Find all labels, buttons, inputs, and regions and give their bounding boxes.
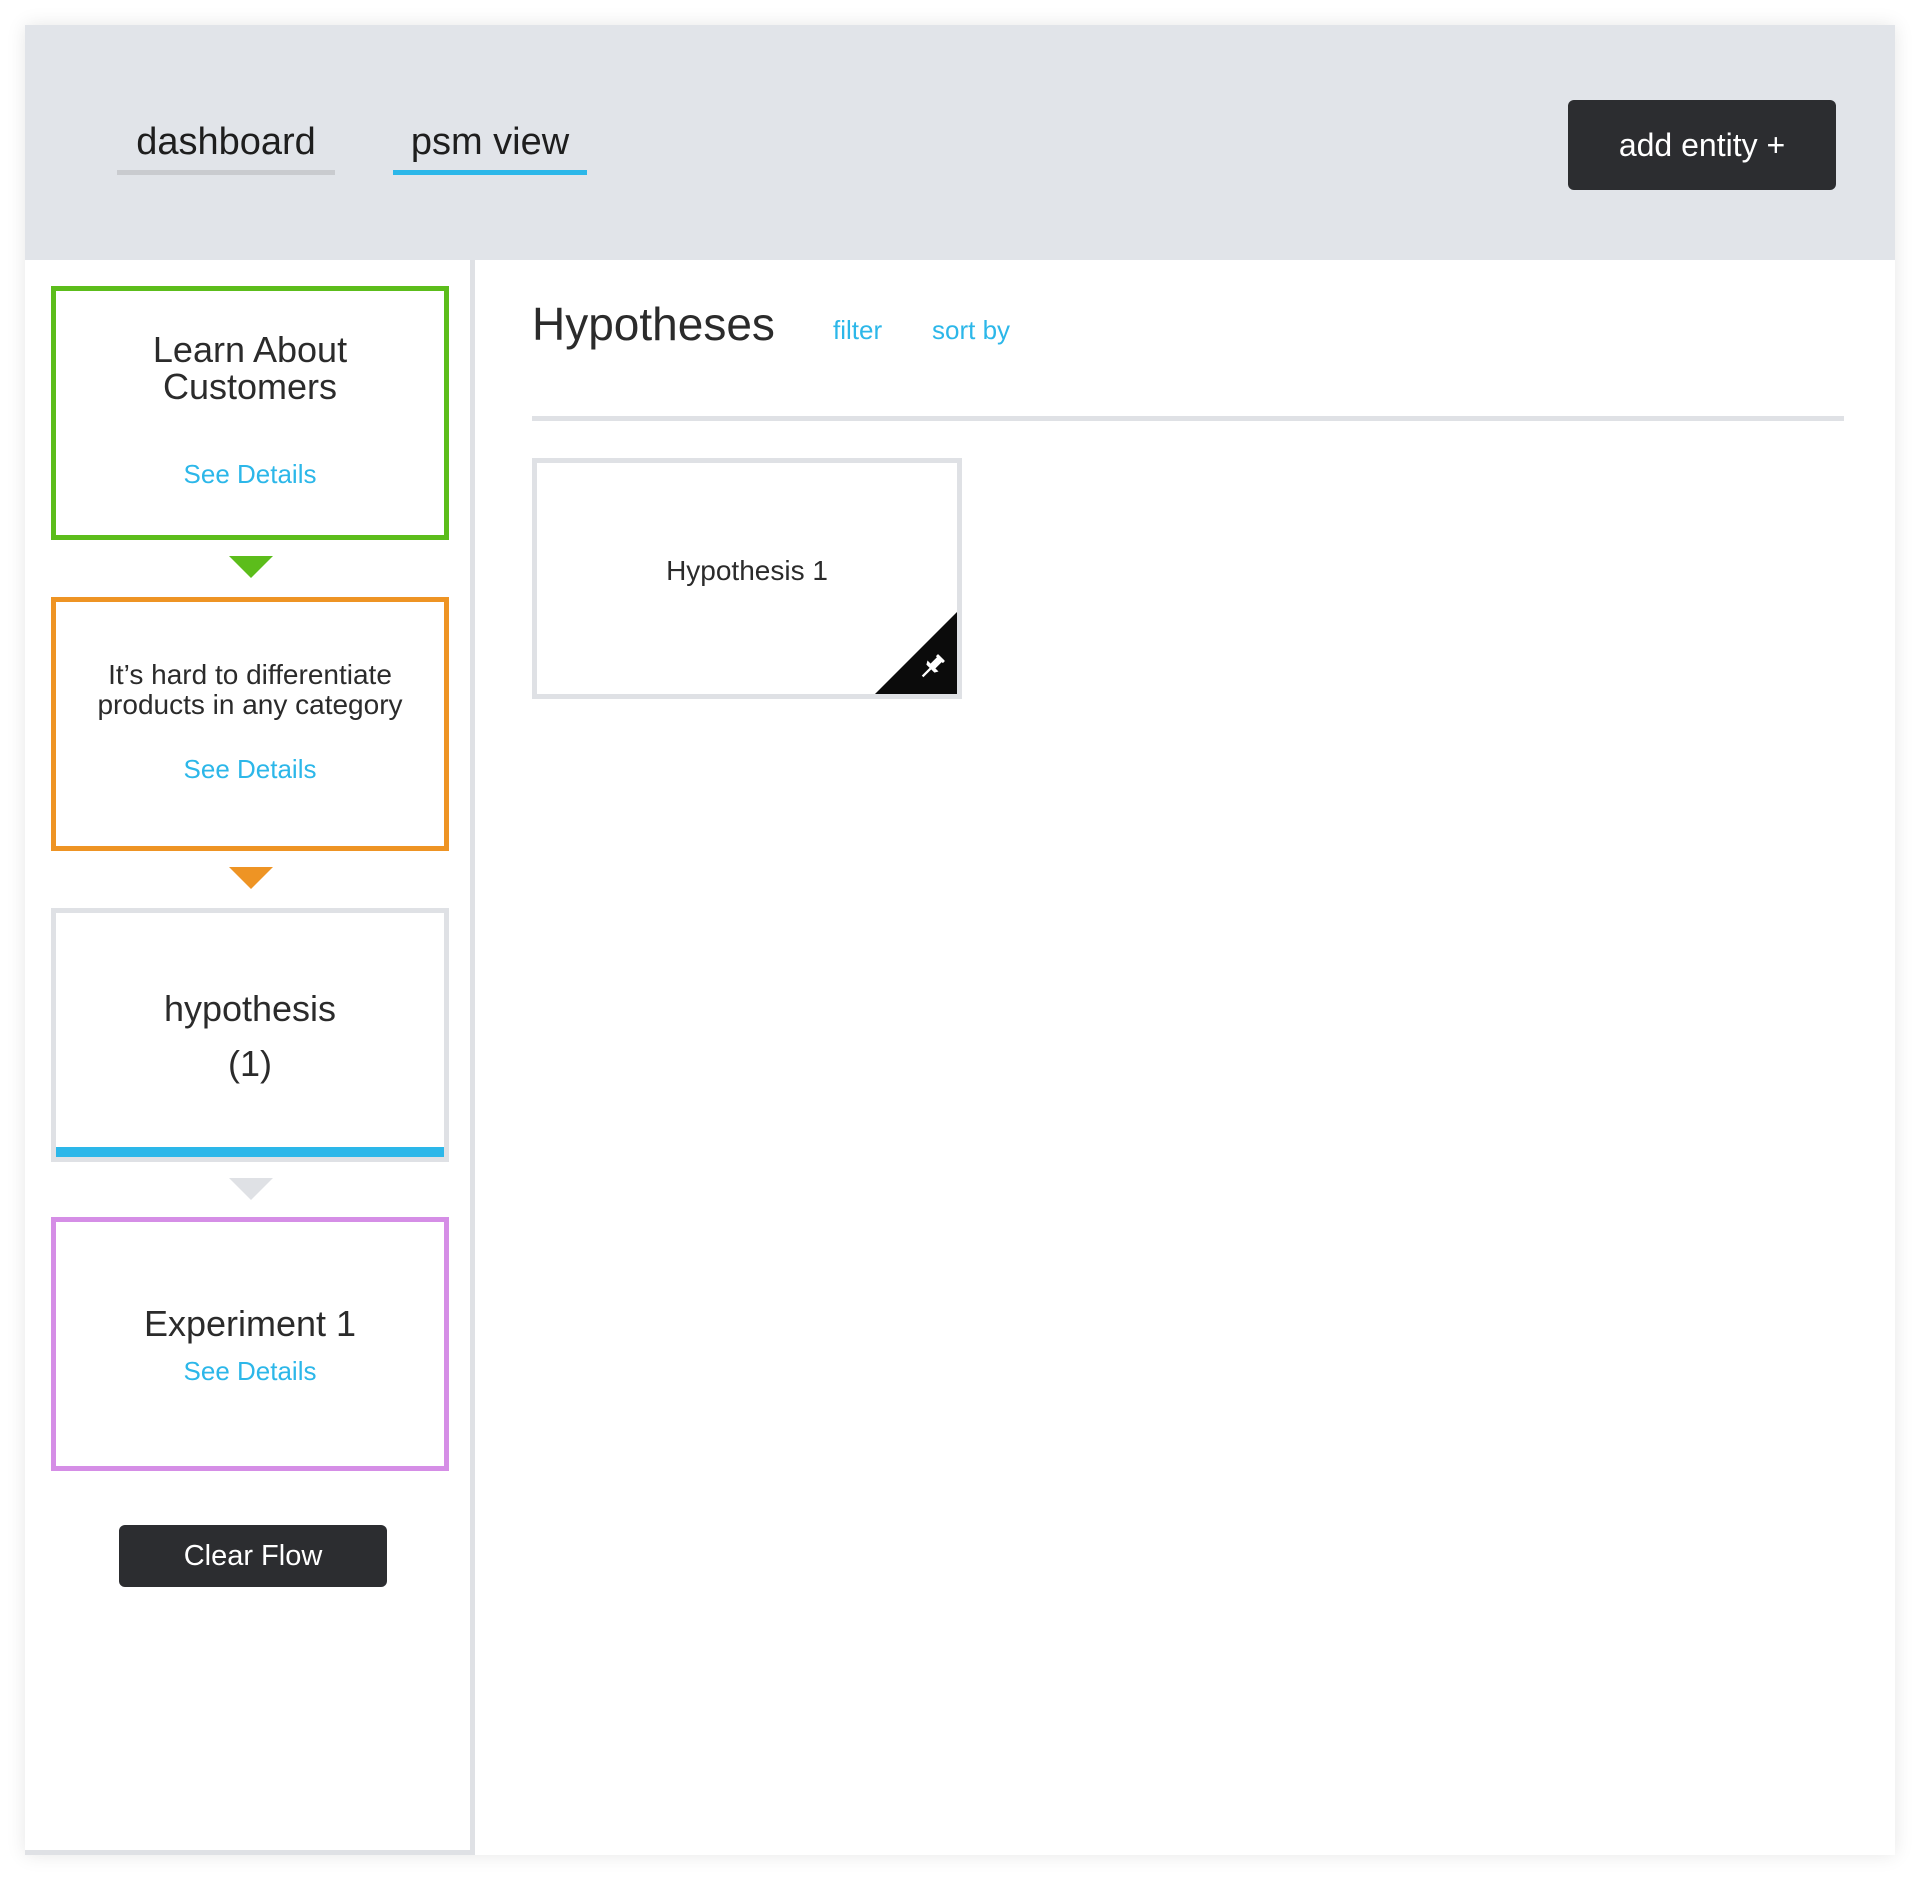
sort-by-link[interactable]: sort by — [932, 314, 1010, 346]
flow-card-title-line: Experiment 1 — [143, 1303, 357, 1344]
flow-card-problem[interactable]: It’s hard to differentiate products in a… — [51, 597, 449, 851]
pin-icon[interactable] — [915, 650, 949, 684]
flow-card-count: (1) — [228, 1043, 272, 1084]
page-title: Hypotheses — [532, 298, 775, 350]
tab-psm-view[interactable]: psm view — [393, 117, 587, 175]
tab-psm-view-label: psm view — [410, 121, 570, 163]
tab-dashboard-label: dashboard — [136, 121, 316, 163]
flow-card-title: Learn About Customers — [66, 331, 434, 405]
see-details-link[interactable]: See Details — [56, 459, 444, 490]
clear-flow-button[interactable]: Clear Flow — [119, 1525, 387, 1587]
flow-card-title-line: Customers — [162, 366, 338, 407]
hypothesis-card-title: Hypothesis 1 — [666, 555, 828, 586]
see-details-link[interactable]: See Details — [56, 754, 444, 785]
flow-card-active-indicator — [56, 1147, 444, 1157]
flow-card-title: Experiment 1 — [66, 1302, 434, 1346]
app-window: dashboard psm view add entity + Learn Ab… — [25, 25, 1895, 1855]
main-content: Hypotheses filter sort by Hypothesis 1 — [480, 260, 1895, 1855]
tab-dashboard-underline — [117, 170, 335, 175]
top-header: dashboard psm view add entity + — [25, 25, 1895, 260]
flow-card-experiment[interactable]: Experiment 1 See Details — [51, 1217, 449, 1471]
tab-psm-view-underline — [393, 170, 587, 175]
flow-card-learn-about-customers[interactable]: Learn About Customers See Details — [51, 286, 449, 540]
flow-card-title-line: Learn About — [152, 329, 348, 370]
flow-card-hypothesis[interactable]: hypothesis (1) — [51, 908, 449, 1162]
tab-dashboard[interactable]: dashboard — [117, 117, 335, 175]
flow-card-title-line: products in any category — [97, 689, 403, 720]
flow-sidebar: Learn About Customers See Details It’s h… — [25, 260, 475, 1855]
hypothesis-card[interactable]: Hypothesis 1 — [532, 458, 962, 699]
add-entity-button[interactable]: add entity + — [1568, 100, 1836, 190]
filter-link[interactable]: filter — [833, 314, 882, 346]
flow-arrow-down-icon — [229, 867, 273, 889]
flow-card-title-line: It’s hard to differentiate — [108, 659, 392, 690]
section-divider — [532, 416, 1844, 421]
flow-arrow-down-icon — [229, 556, 273, 578]
flow-card-title: hypothesis (1) — [66, 981, 434, 1091]
see-details-link[interactable]: See Details — [56, 1356, 444, 1387]
flow-card-title: It’s hard to differentiate products in a… — [66, 660, 434, 720]
flow-arrow-down-icon — [229, 1178, 273, 1200]
flow-card-title-line: hypothesis — [163, 988, 337, 1029]
